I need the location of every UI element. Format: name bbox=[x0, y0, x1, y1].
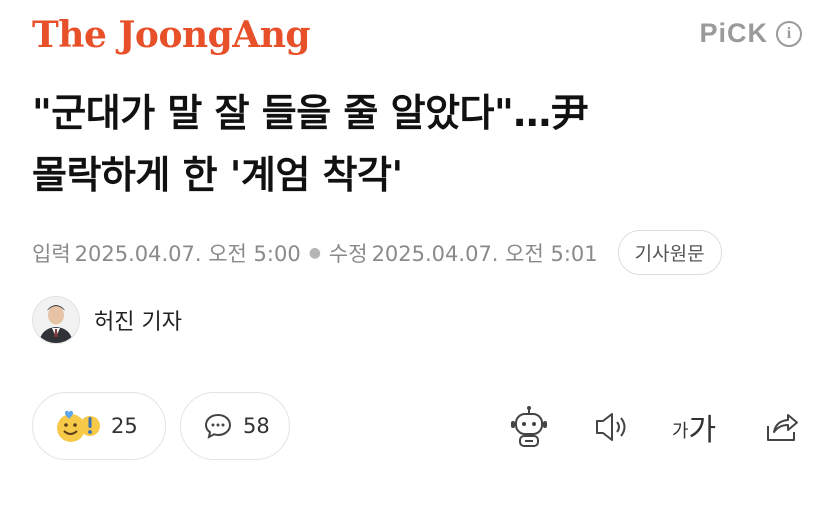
article-title-line1: "군대가 말 잘 들을 줄 알았다"…尹 bbox=[32, 91, 589, 135]
updated-label: 수정 bbox=[328, 241, 368, 266]
font-size-small-label: 가 bbox=[671, 420, 689, 442]
speaker-icon bbox=[596, 413, 626, 441]
info-icon[interactable]: i bbox=[776, 20, 802, 47]
joongang-logo[interactable]: The JoongAng bbox=[32, 14, 311, 56]
ai-summary-bot-button[interactable] bbox=[504, 402, 554, 452]
robot-icon bbox=[511, 406, 547, 447]
reporter-name[interactable]: 허진 기자 bbox=[94, 304, 182, 336]
meta-separator: ● bbox=[308, 244, 321, 261]
article-meta: 입력 2025.04.07. 오전 5:00 ● 수정 2025.04.07. … bbox=[32, 230, 722, 275]
reaction-count: 25 bbox=[111, 414, 138, 438]
original-article-button[interactable]: 기사원문 bbox=[617, 230, 722, 275]
reaction-button[interactable]: 25 bbox=[32, 392, 166, 460]
updated-time: 2025.04.07. 오전 5:01 bbox=[371, 241, 598, 266]
byline: 허진 기자 bbox=[32, 296, 182, 344]
reaction-emoji-icon bbox=[55, 406, 101, 446]
article-title: "군대가 말 잘 들을 줄 알았다"…尹 몰락하게 한 '계엄 착각' bbox=[32, 82, 802, 206]
share-icon bbox=[767, 414, 798, 441]
font-size-button[interactable]: 가가 bbox=[664, 402, 724, 452]
reporter-avatar[interactable] bbox=[32, 296, 80, 344]
published-time: 2025.04.07. 오전 5:00 bbox=[74, 241, 301, 266]
comment-button[interactable]: 58 bbox=[180, 392, 290, 460]
share-button[interactable] bbox=[756, 402, 806, 452]
published-label: 입력 bbox=[32, 241, 71, 266]
font-size-large-label: 가 bbox=[688, 413, 717, 448]
listen-button[interactable] bbox=[586, 402, 636, 452]
comment-icon bbox=[203, 411, 233, 441]
comment-count: 58 bbox=[243, 414, 270, 438]
pick-badge[interactable]: PiCK i bbox=[699, 18, 802, 49]
pick-label: PiCK bbox=[699, 18, 768, 48]
article-title-line2: 몰락하게 한 '계엄 착각' bbox=[32, 153, 403, 197]
